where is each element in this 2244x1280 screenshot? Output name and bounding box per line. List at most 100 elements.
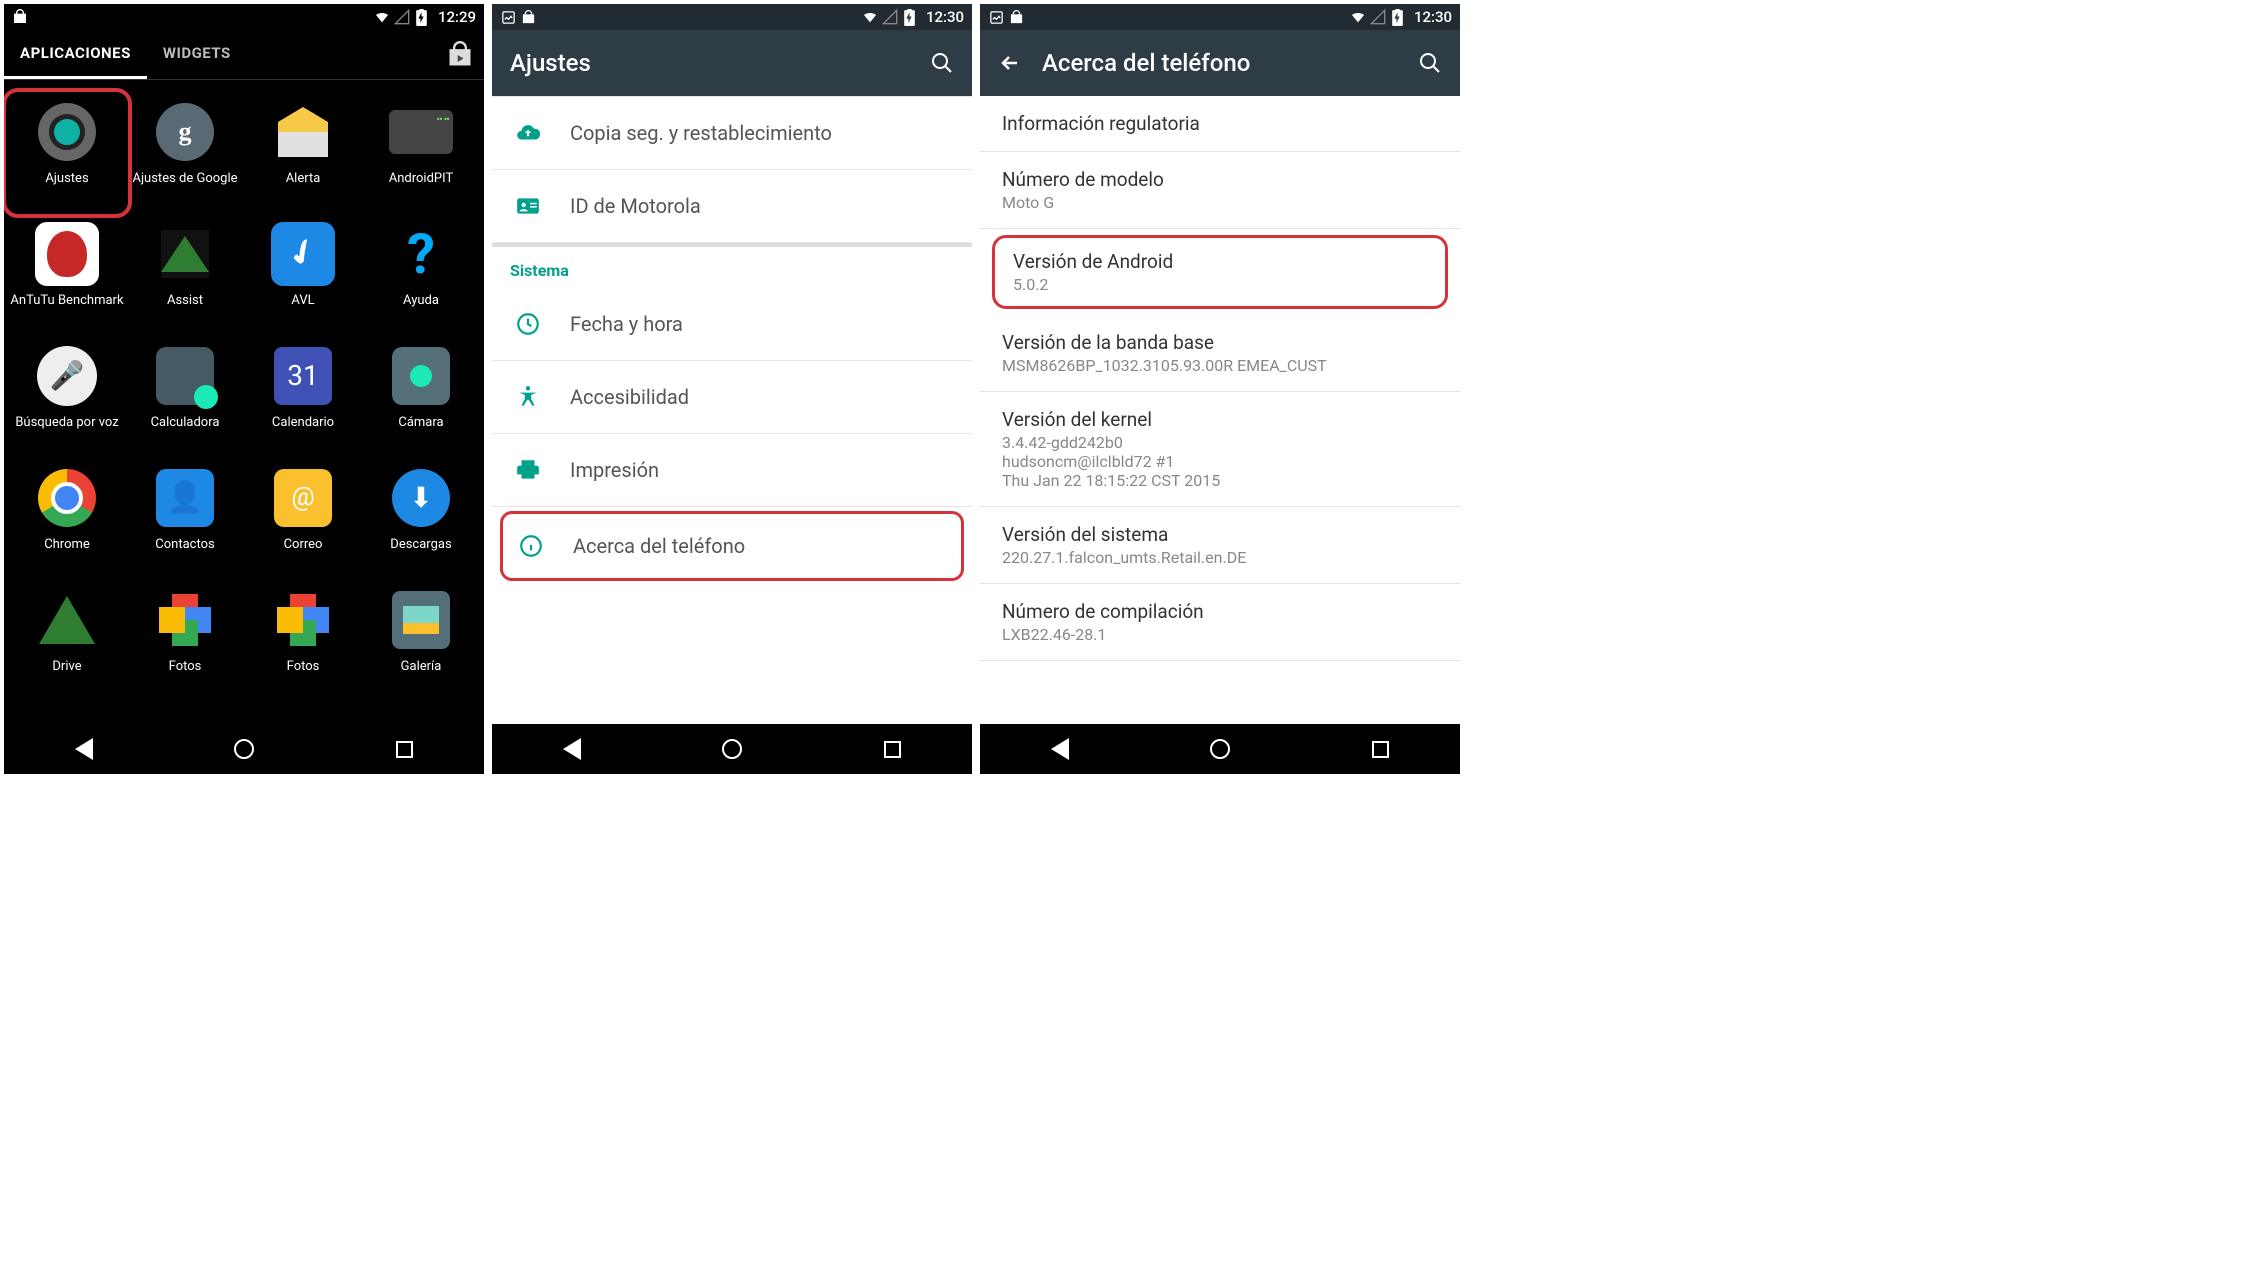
app-label: Calendario — [272, 416, 334, 448]
about-row-secondary: 3.4.42-gdd242b0 hudsoncm@ilclbld72 #1 Th… — [1002, 433, 1438, 490]
nav-home-button[interactable] — [1208, 737, 1232, 761]
cell-signal-icon — [394, 9, 410, 25]
about-row-primary: Versión del sistema — [1002, 523, 1438, 546]
app-label: Fotos — [287, 660, 320, 692]
nav-back-button[interactable] — [1048, 737, 1072, 761]
about-list[interactable]: Información regulatoria Número de modelo M… — [980, 96, 1460, 724]
nav-recents-button[interactable] — [392, 737, 416, 761]
about-row-secondary: 220.27.1.falcon_umts.Retail.en.DE — [1002, 548, 1438, 567]
page-title: Ajustes — [510, 49, 910, 77]
about-row-primary: Número de modelo — [1002, 168, 1438, 191]
app-photos[interactable]: Fotos — [126, 582, 244, 700]
app-download[interactable]: ⬇Descargas — [362, 460, 480, 578]
mail-icon: @ — [269, 464, 337, 532]
app-label: Galería — [401, 660, 442, 692]
gallery-icon — [387, 586, 455, 654]
status-clock: 12:30 — [926, 8, 964, 26]
settings-list[interactable]: Copia seg. y restablecimiento ID de Moto… — [492, 96, 972, 724]
app-google-settings[interactable]: gAjustes de Google — [126, 94, 244, 212]
app-mail[interactable]: @Correo — [244, 460, 362, 578]
app-label: Ajustes — [45, 172, 88, 204]
app-drive[interactable]: Drive — [8, 582, 126, 700]
cloud-upload-icon — [514, 119, 542, 147]
app-label: Chrome — [44, 538, 90, 570]
app-help[interactable]: ?Ayuda — [362, 216, 480, 334]
settings-row-backup[interactable]: Copia seg. y restablecimiento — [492, 97, 972, 170]
app-calendar[interactable]: 31Calendario — [244, 338, 362, 456]
about-row[interactable]: Versión del kernel3.4.42-gdd242b0 hudson… — [980, 392, 1460, 507]
app-settings[interactable]: Ajustes — [8, 94, 126, 212]
about-row[interactable]: Versión de la banda baseMSM8626BP_1032.3… — [980, 315, 1460, 392]
nav-bar — [980, 724, 1460, 774]
app-calc[interactable]: Calculadora — [126, 338, 244, 456]
id-card-icon — [514, 192, 542, 220]
play-store-icon[interactable] — [446, 41, 474, 69]
settings-row-about-phone[interactable]: Acerca del teléfono — [500, 511, 964, 581]
app-contacts[interactable]: 👤 Contactos — [126, 460, 244, 578]
contacts-icon: 👤 — [151, 464, 219, 532]
search-icon[interactable] — [930, 51, 954, 75]
app-label: Assist — [167, 294, 203, 326]
nav-home-button[interactable] — [232, 737, 256, 761]
app-androidpit[interactable]: •• •• AndroidPIT — [362, 94, 480, 212]
shop-badge-icon — [520, 9, 536, 25]
app-camera[interactable]: Cámara — [362, 338, 480, 456]
settings-row-label: Impresión — [570, 458, 659, 482]
settings-row-motorola-id[interactable]: ID de Motorola — [492, 170, 972, 243]
toolbar: Ajustes — [492, 30, 972, 96]
about-row[interactable]: Versión de Android5.0.2 — [992, 235, 1448, 309]
nav-back-button[interactable] — [72, 737, 96, 761]
photos-icon — [151, 586, 219, 654]
app-label: Fotos — [169, 660, 202, 692]
app-chrome[interactable]: Chrome — [8, 460, 126, 578]
app-photos[interactable]: Fotos — [244, 582, 362, 700]
cell-signal-icon — [1370, 9, 1386, 25]
app-assist[interactable]: Assist — [126, 216, 244, 334]
shop-badge-icon — [12, 9, 28, 25]
about-row[interactable]: Número de compilación LXB22.46-28.1 — [980, 584, 1460, 661]
settings-row-label: Accesibilidad — [570, 385, 689, 409]
settings-icon — [33, 98, 101, 166]
drive-icon — [33, 586, 101, 654]
about-row-primary: Número de compilación — [1002, 600, 1438, 623]
camera-icon — [387, 342, 455, 410]
androidpit-icon: •• •• — [387, 98, 455, 166]
settings-row-accessibility[interactable]: Accesibilidad — [492, 361, 972, 434]
about-row[interactable]: Versión del sistema 220.27.1.falcon_umts.… — [980, 507, 1460, 584]
app-label: Búsqueda por voz — [15, 416, 118, 448]
search-icon[interactable] — [1418, 51, 1442, 75]
app-voice[interactable]: 🎤Búsqueda por voz — [8, 338, 126, 456]
nav-recents-button[interactable] — [880, 737, 904, 761]
nav-home-button[interactable] — [720, 737, 744, 761]
app-label: AndroidPIT — [389, 172, 454, 204]
app-antutu[interactable]: AnTuTu Benchmark — [8, 216, 126, 334]
app-grid[interactable]: Ajustes gAjustes de GoogleAlerta •• •• Andr… — [4, 80, 484, 724]
about-row-secondary: LXB22.46-28.1 — [1002, 625, 1438, 644]
status-clock: 12:30 — [1414, 8, 1452, 26]
alert-icon — [269, 98, 337, 166]
settings-row-datetime[interactable]: Fecha y hora — [492, 288, 972, 361]
drawer-tabs: APLICACIONES WIDGETS — [4, 30, 484, 80]
app-gallery[interactable]: Galería — [362, 582, 480, 700]
tab-widgets[interactable]: WIDGETS — [147, 30, 247, 79]
about-row[interactable]: Información regulatoria — [980, 96, 1460, 152]
app-alert[interactable]: Alerta — [244, 94, 362, 212]
settings-row-label: Fecha y hora — [570, 312, 683, 336]
screenshot-icon — [500, 9, 516, 25]
about-row-secondary: 5.0.2 — [1013, 275, 1427, 294]
nav-back-button[interactable] — [560, 737, 584, 761]
app-label: Contactos — [155, 538, 214, 570]
about-row-secondary: Moto G — [1002, 193, 1438, 212]
app-avl[interactable]: ✔AVL — [244, 216, 362, 334]
about-row[interactable]: Número de modelo Moto G — [980, 152, 1460, 229]
tab-applications[interactable]: APLICACIONES — [4, 30, 147, 79]
settings-row-print[interactable]: Impresión — [492, 434, 972, 507]
about-row-secondary: MSM8626BP_1032.3105.93.00R EMEA_CUST — [1002, 356, 1438, 375]
wifi-icon — [374, 9, 390, 25]
page-title: Acerca del teléfono — [1042, 49, 1398, 77]
nav-recents-button[interactable] — [1368, 737, 1392, 761]
shop-badge-icon — [1008, 9, 1024, 25]
app-label: Calculadora — [151, 416, 220, 448]
back-arrow-icon[interactable] — [998, 51, 1022, 75]
section-header-sistema: Sistema — [492, 243, 972, 288]
